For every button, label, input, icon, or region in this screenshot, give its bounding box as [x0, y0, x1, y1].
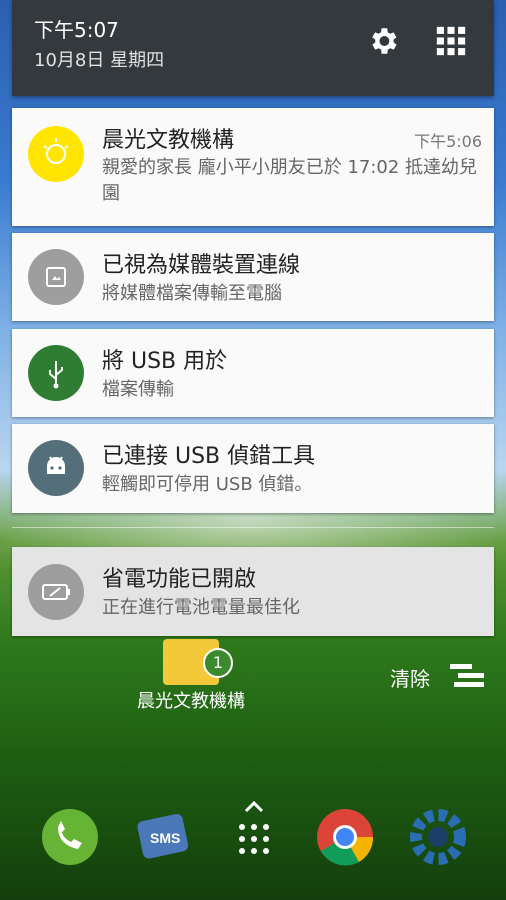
- notification-title: 將 USB 用於: [102, 349, 228, 374]
- date: 10月8日 星期四: [34, 50, 165, 71]
- media-device-icon: [28, 249, 84, 305]
- notification-morning-light[interactable]: 晨光文教機構 下午5:06 親愛的家長 龐小平小朋友已於 17:02 抵達幼兒園: [12, 108, 494, 226]
- clear-all-icon[interactable]: [448, 662, 486, 690]
- notification-header: 下午5:07 10月8日 星期四: [12, 0, 494, 96]
- app-drawer-icon[interactable]: [222, 795, 286, 859]
- app-badge: 1: [203, 648, 233, 678]
- notification-title: 已連接 USB 偵錯工具: [102, 444, 316, 469]
- svg-text:SMS: SMS: [150, 830, 180, 846]
- phone-icon[interactable]: [38, 805, 102, 869]
- app-label[interactable]: 晨光文教機構: [136, 688, 246, 716]
- usb-icon: [28, 345, 84, 401]
- notification-body: 將媒體檔案傳輸至電腦: [102, 283, 282, 304]
- notification-title: 已視為媒體裝置連線: [102, 253, 301, 278]
- notification-time: 下午5:06: [414, 132, 482, 151]
- chrome-icon[interactable]: [313, 805, 377, 869]
- notification-battery-saver[interactable]: 省電功能已開啟 正在進行電池電量最佳化: [12, 547, 494, 636]
- settings-app-icon[interactable]: [406, 805, 470, 869]
- notification-usb-debugging[interactable]: 已連接 USB 偵錯工具 輕觸即可停用 USB 偵錯。: [12, 424, 494, 513]
- notification-media-device[interactable]: 已視為媒體裝置連線 將媒體檔案傳輸至電腦: [12, 233, 494, 321]
- gear-icon[interactable]: [366, 24, 400, 58]
- notification-body: 正在進行電池電量最佳化: [102, 597, 300, 618]
- notification-body: 輕觸即可停用 USB 偵錯。: [102, 474, 313, 495]
- notification-usb[interactable]: 將 USB 用於 檔案傳輸: [12, 329, 494, 417]
- battery-saver-icon: [28, 564, 84, 620]
- notification-body: 親愛的家長 龐小平小朋友已於 17:02 抵達幼兒園: [102, 157, 478, 204]
- clear-all-button[interactable]: 清除: [390, 663, 430, 692]
- notification-body: 檔案傳輸: [102, 379, 174, 400]
- sun-icon: [28, 126, 84, 182]
- clock: 下午5:07: [34, 18, 119, 42]
- sms-icon[interactable]: SMS: [132, 805, 196, 869]
- divider: [12, 527, 494, 528]
- android-icon: [28, 440, 84, 496]
- notification-title: 晨光文教機構: [102, 128, 235, 153]
- quick-settings-icon[interactable]: [434, 24, 468, 58]
- notification-title: 省電功能已開啟: [102, 567, 257, 592]
